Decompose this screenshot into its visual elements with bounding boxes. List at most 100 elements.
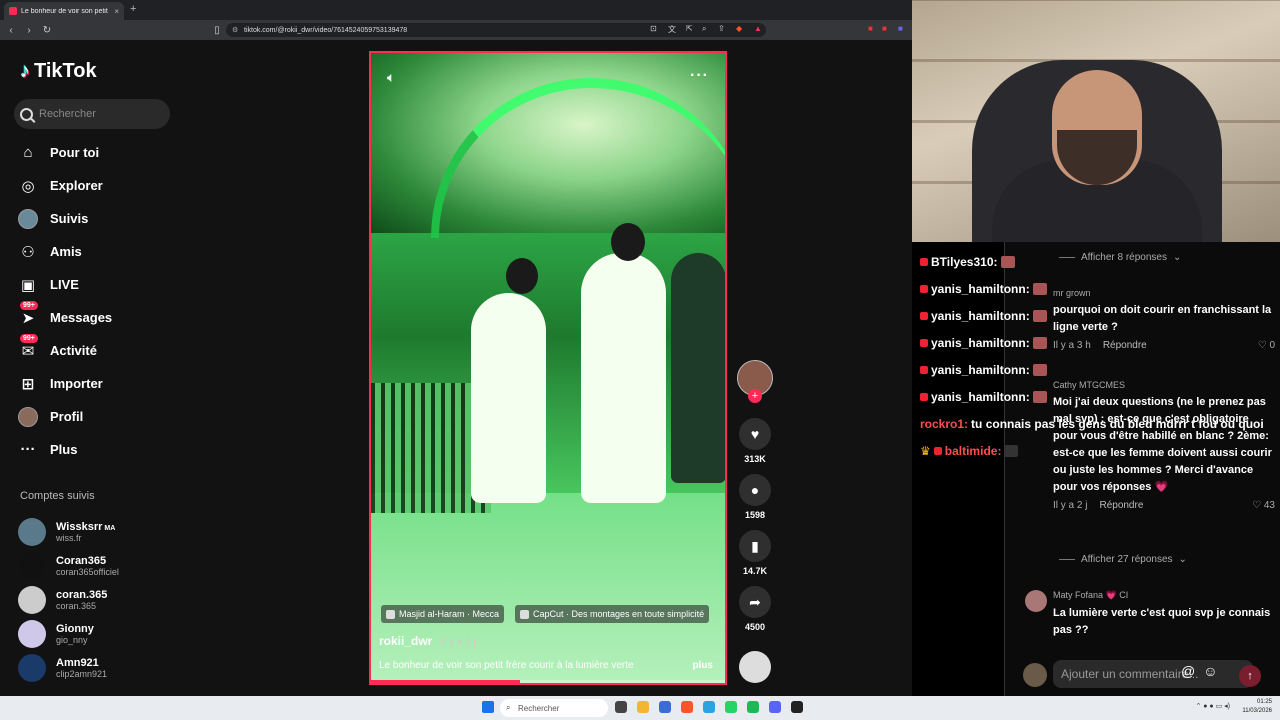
file-explorer-icon[interactable] xyxy=(637,701,649,713)
messages-badge: 99+ xyxy=(20,301,38,310)
sidebar-item-explorer[interactable]: ◎ Explorer xyxy=(18,169,168,202)
my-avatar xyxy=(1023,663,1047,687)
save-action[interactable]: ▮ 14.7K xyxy=(735,530,775,576)
sidebar-item-pour-toi[interactable]: ⌂ Pour toi xyxy=(18,136,168,169)
back-icon[interactable]: ‹ xyxy=(4,25,18,36)
add-comment-input[interactable]: Ajouter un commentaire... xyxy=(1053,660,1253,688)
sidebar-item-plus[interactable]: ··· Plus xyxy=(18,433,168,466)
open-external-icon[interactable]: ⇱ xyxy=(686,24,693,33)
translate-icon[interactable]: 文 xyxy=(668,24,676,35)
share-action[interactable]: ➦ 4500 xyxy=(735,586,775,632)
send-comment-button[interactable]: ↑ xyxy=(1239,665,1261,687)
bookmark-save-icon[interactable]: ▮ xyxy=(739,530,771,562)
more-icon: ··· xyxy=(20,441,36,458)
windows-start-icon[interactable] xyxy=(482,701,494,713)
chat-user: yanis_hamiltonn: xyxy=(931,362,1030,377)
comment-likes[interactable]: ♡ 43 xyxy=(1252,500,1275,511)
following-item[interactable]: Gionny gio_nny xyxy=(18,617,178,651)
emote-icon xyxy=(1032,336,1047,349)
search-icon xyxy=(20,107,33,121)
tiktok-logo[interactable]: ♪ TikTok xyxy=(20,60,97,83)
chat-line: yanis_hamiltonn: xyxy=(920,275,1280,302)
chat-user: yanis_hamiltonn: xyxy=(931,281,1030,296)
extension-badge-icon[interactable]: ■ xyxy=(882,24,887,33)
following-item[interactable]: Amn921 clip2amn921 xyxy=(18,651,178,685)
search-placeholder: Rechercher xyxy=(39,108,96,120)
zoom-icon[interactable]: ⌕ xyxy=(702,24,706,34)
store-icon[interactable] xyxy=(659,701,671,713)
sidebar-item-importer[interactable]: ⊞ Importer xyxy=(18,367,168,400)
following-tag: MA xyxy=(104,525,116,532)
comment-user[interactable]: Maty Fofana 💗 CI xyxy=(1053,590,1275,601)
new-tab-button[interactable]: + xyxy=(130,3,136,15)
reply-button[interactable]: Répondre xyxy=(1099,500,1143,511)
comment-count: 1598 xyxy=(744,510,766,520)
taskbar-search[interactable]: ⌕ Rechercher xyxy=(500,699,608,717)
sidebar-menu: ⌂ Pour toi ◎ Explorer Suivis ⚇ Amis ▣ LI… xyxy=(18,136,168,466)
profile-icon[interactable]: ■ xyxy=(898,24,903,33)
search-input[interactable]: Rechercher xyxy=(14,99,170,129)
forward-icon[interactable]: › xyxy=(22,25,36,36)
extension-red-icon[interactable]: ■ xyxy=(868,24,873,33)
sidebar-item-live[interactable]: ▣ LIVE xyxy=(18,268,168,301)
chat-user: yanis_hamiltonn: xyxy=(931,335,1030,350)
sidebar-item-messages[interactable]: ➤ 99+ Messages xyxy=(18,301,168,334)
video-player[interactable]: 🔈︎ ··· Masjid al-Haram · Mecca CapCut · … xyxy=(369,51,727,685)
mention-icon[interactable]: @ xyxy=(1181,663,1195,679)
sidebar-item-suivis[interactable]: Suivis xyxy=(18,202,168,235)
extension-icon[interactable]: ⊡ xyxy=(650,24,657,33)
author-avatar[interactable]: + xyxy=(737,360,773,403)
following-handle: coran365officiel xyxy=(56,567,119,577)
reload-icon[interactable]: ↻ xyxy=(40,25,54,36)
comment-icon[interactable]: ● xyxy=(739,474,771,506)
following-item[interactable]: coran.365 coran.365 xyxy=(18,583,178,617)
heart-icon[interactable]: ♥ xyxy=(739,418,771,450)
more-options-icon[interactable]: ··· xyxy=(690,67,709,85)
follow-plus-icon[interactable]: + xyxy=(748,389,762,403)
comment-action[interactable]: ● 1598 xyxy=(735,474,775,520)
close-tab-icon[interactable]: × xyxy=(114,7,119,16)
brave-browser-icon[interactable] xyxy=(681,701,693,713)
taskbar-clock[interactable]: 01:25 11/03/2026 xyxy=(1242,698,1272,716)
video-progress-fill xyxy=(371,680,520,683)
browser-tab[interactable]: Le bonheur de voir son petit × xyxy=(4,2,124,20)
whatsapp-icon[interactable] xyxy=(725,701,737,713)
more-description-link[interactable]: plus xyxy=(692,660,713,671)
discord-icon[interactable] xyxy=(769,701,781,713)
telegram-icon[interactable] xyxy=(703,701,715,713)
video-progress-bar[interactable] xyxy=(371,680,725,683)
sidebar-item-activite[interactable]: ✉ 99+ Activité xyxy=(18,334,168,367)
show-replies-mid[interactable]: Afficher 27 réponses ⌄ xyxy=(1059,554,1187,565)
capcut-text: CapCut · Des montages en toute simplicit… xyxy=(533,609,705,619)
sidebar-item-amis[interactable]: ⚇ Amis xyxy=(18,235,168,268)
avatar[interactable] xyxy=(1025,590,1047,612)
volume-icon[interactable]: 🔈︎ xyxy=(387,69,395,86)
bookmark-icon[interactable]: ▯ xyxy=(210,25,224,36)
address-bar[interactable]: ⚙ tiktok.com/@rokii_dwr/video/7614524059… xyxy=(226,23,766,37)
comment-like-count: 43 xyxy=(1263,500,1275,511)
obs-icon[interactable] xyxy=(791,701,803,713)
brave-shield-icon[interactable]: ◆ xyxy=(736,24,742,33)
following-item[interactable]: Coran365 coran365officiel xyxy=(18,549,178,583)
location-chip[interactable]: Masjid al-Haram · Mecca xyxy=(381,605,505,623)
share-icon[interactable]: ⇪ xyxy=(718,24,725,33)
site-info-icon[interactable]: ⚙ xyxy=(232,26,238,34)
comment-time: Il y a 2 j xyxy=(1053,500,1088,511)
activity-badge: 99+ xyxy=(20,334,38,343)
following-item[interactable]: Wissksrr MA wiss.fr xyxy=(18,515,178,549)
music-disc-icon[interactable] xyxy=(739,651,771,683)
share-arrow-icon[interactable]: ➦ xyxy=(739,586,771,618)
video-author[interactable]: rokii_dwr · Il y a 3 j xyxy=(379,634,476,648)
system-tray[interactable]: ⌃ ● ● ▭ ◂) xyxy=(1195,702,1230,710)
author-name[interactable]: rokii_dwr xyxy=(379,634,432,648)
spotify-icon[interactable] xyxy=(747,701,759,713)
rewards-icon[interactable]: ▲ xyxy=(754,24,762,33)
capcut-chip[interactable]: CapCut · Des montages en toute simplicit… xyxy=(515,605,710,623)
sidebar-item-profil[interactable]: Profil xyxy=(18,400,168,433)
like-action[interactable]: ♥ 313K xyxy=(735,418,775,464)
tab-title: Le bonheur de voir son petit xyxy=(21,7,108,15)
task-view-icon[interactable] xyxy=(615,701,627,713)
chat-user: yanis_hamiltonn: xyxy=(931,389,1030,404)
emoji-icon[interactable]: ☺ xyxy=(1203,663,1217,679)
following-handle: wiss.fr xyxy=(56,533,82,543)
